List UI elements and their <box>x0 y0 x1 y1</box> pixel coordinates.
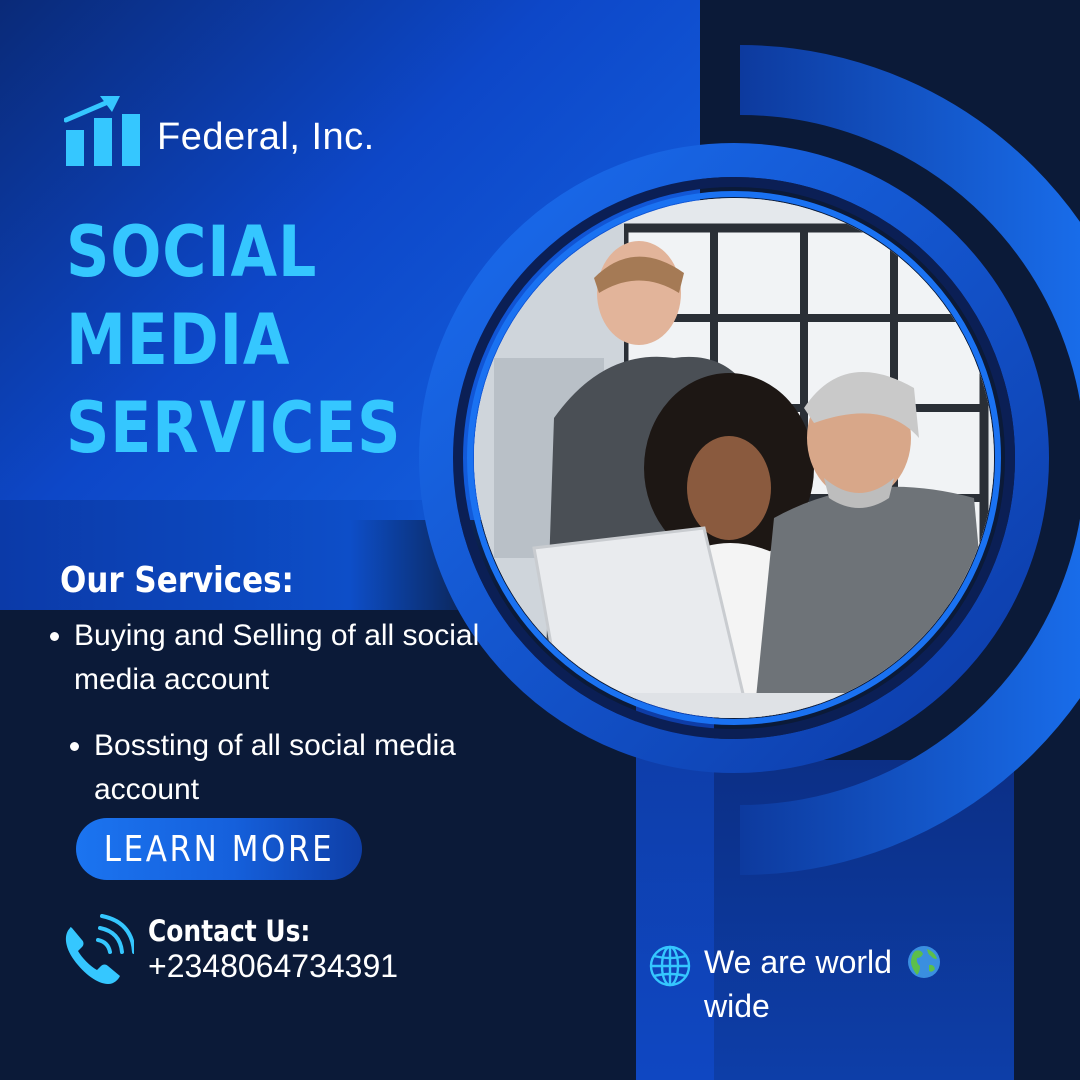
headline-line: SERVICES <box>66 387 402 469</box>
phone-ringing-icon <box>65 914 134 984</box>
world-text-line: We are world <box>704 944 892 980</box>
globe-icon <box>649 945 691 987</box>
bullet-icon <box>70 742 79 751</box>
services-title: Our Services: <box>60 560 294 601</box>
world-text-line: wide <box>704 988 770 1024</box>
flyer-canvas: Federal, Inc. SOCIAL MEDIA SERVICES Our … <box>0 0 1080 1080</box>
headline: SOCIAL MEDIA SERVICES <box>66 208 401 472</box>
world-wide-text: We are world wide <box>704 940 1004 1028</box>
service-item: Bossting of all social media account <box>70 724 474 812</box>
contact-label: Contact Us: <box>148 914 311 948</box>
team-photo <box>474 198 994 718</box>
bar-chart-trend-icon <box>64 96 140 166</box>
learn-more-button[interactable]: LEARN MORE <box>76 818 362 880</box>
headline-line: MEDIA <box>66 299 291 381</box>
service-item-text: Buying and Selling of all social media a… <box>74 619 480 696</box>
contact-phone[interactable]: +2348064734391 <box>148 948 398 985</box>
earth-globe-americas-icon <box>907 946 940 978</box>
service-item: Buying and Selling of all social media a… <box>50 614 494 702</box>
headline-line: SOCIAL <box>66 211 318 293</box>
brand-name: Federal, Inc. <box>157 116 375 158</box>
learn-more-label: LEARN MORE <box>103 828 335 870</box>
service-item-text: Bossting of all social media account <box>94 729 456 806</box>
bullet-icon <box>50 632 59 641</box>
